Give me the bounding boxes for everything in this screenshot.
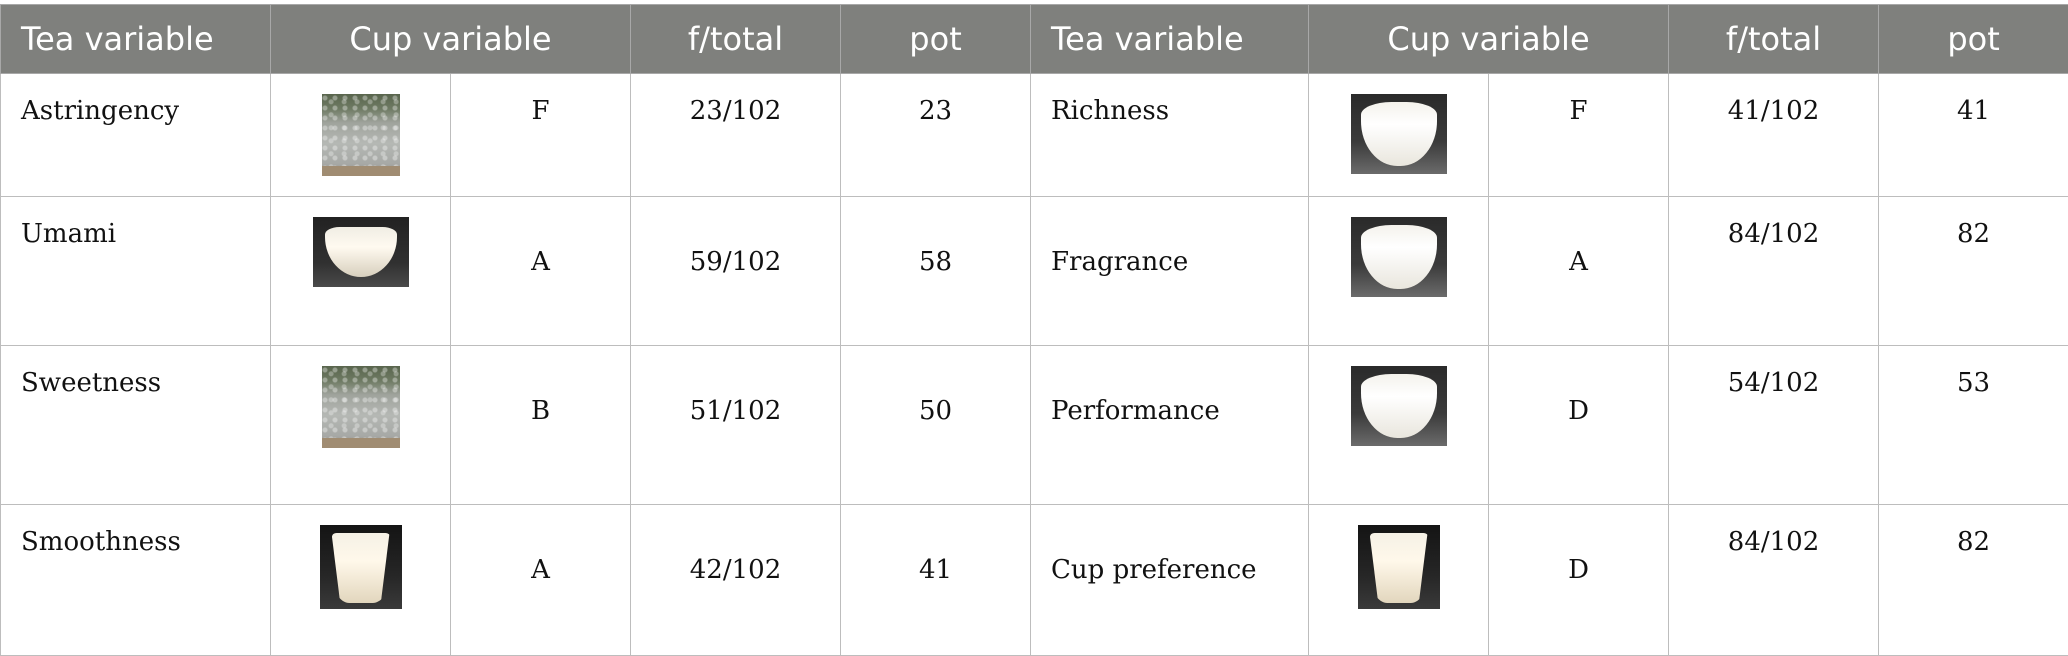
- table-row: Smoothness A 42/102 41 Cup preference D …: [1, 505, 2068, 656]
- header-cup-variable: Cup variable: [271, 5, 631, 74]
- f-total-cell: 59/102: [631, 197, 841, 346]
- cup-variable-cell: D: [1489, 505, 1669, 656]
- table-row: Sweetness B 51/102 50 Performance D 54/1…: [1, 346, 2068, 505]
- f-total-cell: 84/102: [1669, 197, 1879, 346]
- header-f-total: f/total: [631, 5, 841, 74]
- f-total-cell: 41/102: [1669, 74, 1879, 197]
- cup-variable-cell: B: [451, 346, 631, 505]
- results-table: Tea variable Cup variable f/total pot Te…: [0, 4, 2068, 656]
- tea-variable-cell: Astringency: [1, 74, 271, 197]
- cup-variable-cell: A: [451, 197, 631, 346]
- pot-cell: 41: [841, 505, 1031, 656]
- green-glazed-cup-image: [322, 366, 400, 448]
- header-cup-variable-2: Cup variable: [1309, 5, 1669, 74]
- table-row: Astringency F 23/102 23 Richness F 41/10…: [1, 74, 2068, 197]
- tea-variable-cell: Smoothness: [1, 505, 271, 656]
- white-bowl-cup-image: [1351, 94, 1447, 174]
- pot-cell: 82: [1879, 505, 2068, 656]
- tall-white-cup-image: [1358, 525, 1440, 609]
- header-f-total-2: f/total: [1669, 5, 1879, 74]
- pot-cell: 82: [1879, 197, 2068, 346]
- pot-cell: 41: [1879, 74, 2068, 197]
- tea-variable-cell: Performance: [1031, 346, 1309, 505]
- cup-image-cell: [271, 197, 451, 346]
- cup-variable-cell: F: [451, 74, 631, 197]
- white-bowl-cup-image: [1351, 217, 1447, 297]
- tea-variable-cell: Fragrance: [1031, 197, 1309, 346]
- header-pot-2: pot: [1879, 5, 2068, 74]
- header-tea-variable-2: Tea variable: [1031, 5, 1309, 74]
- cup-variable-cell: A: [451, 505, 631, 656]
- pot-cell: 50: [841, 346, 1031, 505]
- green-glazed-cup-image: [322, 94, 400, 176]
- f-total-cell: 51/102: [631, 346, 841, 505]
- tea-variable-cell: Sweetness: [1, 346, 271, 505]
- white-bowl-cup-image: [1351, 366, 1447, 446]
- header-pot: pot: [841, 5, 1031, 74]
- pot-cell: 58: [841, 197, 1031, 346]
- cup-image-cell: [1309, 346, 1489, 505]
- tea-variable-cell: Cup preference: [1031, 505, 1309, 656]
- tea-variable-cell: Richness: [1031, 74, 1309, 197]
- cup-image-cell: [1309, 197, 1489, 346]
- cup-variable-cell: A: [1489, 197, 1669, 346]
- cup-image-cell: [1309, 505, 1489, 656]
- cup-variable-cell: D: [1489, 346, 1669, 505]
- tea-variable-cell: Umami: [1, 197, 271, 346]
- pot-cell: 23: [841, 74, 1031, 197]
- f-total-cell: 84/102: [1669, 505, 1879, 656]
- wide-white-cup-image: [313, 217, 409, 287]
- f-total-cell: 23/102: [631, 74, 841, 197]
- cup-image-cell: [271, 74, 451, 197]
- tall-white-cup-image: [320, 525, 402, 609]
- cup-image-cell: [1309, 74, 1489, 197]
- cup-variable-cell: F: [1489, 74, 1669, 197]
- header-tea-variable: Tea variable: [1, 5, 271, 74]
- cup-image-cell: [271, 505, 451, 656]
- table-row: Umami A 59/102 58 Fragrance A 84/102 82: [1, 197, 2068, 346]
- header-row: Tea variable Cup variable f/total pot Te…: [1, 5, 2068, 74]
- f-total-cell: 42/102: [631, 505, 841, 656]
- pot-cell: 53: [1879, 346, 2068, 505]
- cup-image-cell: [271, 346, 451, 505]
- f-total-cell: 54/102: [1669, 346, 1879, 505]
